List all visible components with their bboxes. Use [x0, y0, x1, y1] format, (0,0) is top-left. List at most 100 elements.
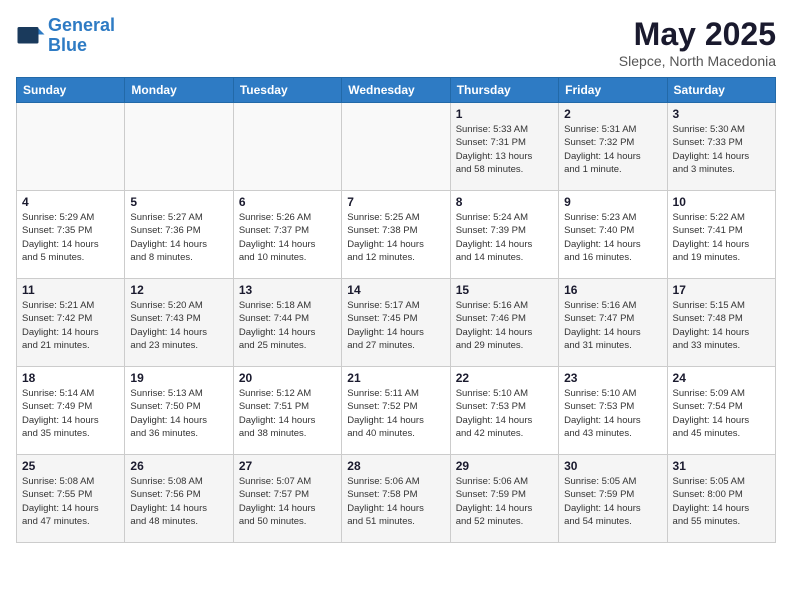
day-number: 9	[564, 195, 661, 209]
calendar-cell: 19Sunrise: 5:13 AM Sunset: 7:50 PM Dayli…	[125, 367, 233, 455]
logo-line2: Blue	[48, 35, 87, 55]
calendar-cell: 2 Sunrise: 5:31 AM Sunset: 7:32 PM Daylig…	[559, 103, 667, 191]
day-number: 1	[456, 107, 553, 121]
calendar-cell: 17 Sunrise: 5:15 AM Sunset: 7:48 PM Dayli…	[667, 279, 775, 367]
day-number: 27	[239, 459, 336, 473]
day-number: 22	[456, 371, 553, 385]
day-number: 13	[239, 283, 336, 297]
day-number: 20	[239, 371, 336, 385]
weekday-friday: Friday	[559, 78, 667, 103]
week-row-5: 25Sunrise: 5:08 AM Sunset: 7:55 PM Dayli…	[17, 455, 776, 543]
day-info: Sunrise: 5:08 AM Sunset: 7:55 PM Dayligh…	[22, 475, 119, 528]
day-info: Sunrise: 5:18 AM Sunset: 7:44 PM Dayligh…	[239, 299, 336, 352]
calendar-cell: 22Sunrise: 5:10 AM Sunset: 7:53 PM Dayli…	[450, 367, 558, 455]
day-info: Sunrise: 5:21 AM Sunset: 7:42 PM Dayligh…	[22, 299, 119, 352]
day-number: 23	[564, 371, 661, 385]
weekday-thursday: Thursday	[450, 78, 558, 103]
calendar-cell	[342, 103, 450, 191]
week-row-2: 4Sunrise: 5:29 AM Sunset: 7:35 PM Daylig…	[17, 191, 776, 279]
calendar-cell: 5 Sunrise: 5:27 AM Sunset: 7:36 PM Daylig…	[125, 191, 233, 279]
day-info: Sunrise: 5:25 AM Sunset: 7:38 PM Dayligh…	[347, 211, 444, 264]
day-number: 18	[22, 371, 119, 385]
day-number: 3	[673, 107, 770, 121]
calendar-cell: 25Sunrise: 5:08 AM Sunset: 7:55 PM Dayli…	[17, 455, 125, 543]
day-number: 29	[456, 459, 553, 473]
logo-icon	[16, 21, 46, 51]
day-info: Sunrise: 5:20 AM Sunset: 7:43 PM Dayligh…	[130, 299, 227, 352]
calendar-cell: 28 Sunrise: 5:06 AM Sunset: 7:58 PM Dayli…	[342, 455, 450, 543]
calendar-cell	[233, 103, 341, 191]
calendar-cell: 10 Sunrise: 5:22 AM Sunset: 7:41 PM Dayli…	[667, 191, 775, 279]
calendar-cell: 26Sunrise: 5:08 AM Sunset: 7:56 PM Dayli…	[125, 455, 233, 543]
day-number: 5	[130, 195, 227, 209]
calendar-cell: 13 Sunrise: 5:18 AM Sunset: 7:44 PM Dayli…	[233, 279, 341, 367]
calendar-cell: 4Sunrise: 5:29 AM Sunset: 7:35 PM Daylig…	[17, 191, 125, 279]
weekday-saturday: Saturday	[667, 78, 775, 103]
day-number: 26	[130, 459, 227, 473]
calendar-cell: 21 Sunrise: 5:11 AM Sunset: 7:52 PM Dayli…	[342, 367, 450, 455]
day-number: 2	[564, 107, 661, 121]
week-row-1: 1Sunrise: 5:33 AM Sunset: 7:31 PM Daylig…	[17, 103, 776, 191]
day-number: 4	[22, 195, 119, 209]
day-info: Sunrise: 5:24 AM Sunset: 7:39 PM Dayligh…	[456, 211, 553, 264]
calendar-cell: 14 Sunrise: 5:17 AM Sunset: 7:45 PM Dayli…	[342, 279, 450, 367]
calendar-cell	[125, 103, 233, 191]
calendar-cell: 31 Sunrise: 5:05 AM Sunset: 8:00 PM Dayli…	[667, 455, 775, 543]
day-info: Sunrise: 5:05 AM Sunset: 8:00 PM Dayligh…	[673, 475, 770, 528]
calendar-cell: 29Sunrise: 5:06 AM Sunset: 7:59 PM Dayli…	[450, 455, 558, 543]
day-info: Sunrise: 5:27 AM Sunset: 7:36 PM Dayligh…	[130, 211, 227, 264]
page-header: General Blue May 2025 Slepce, North Mace…	[16, 16, 776, 69]
calendar-cell: 24 Sunrise: 5:09 AM Sunset: 7:54 PM Dayli…	[667, 367, 775, 455]
day-info: Sunrise: 5:10 AM Sunset: 7:53 PM Dayligh…	[564, 387, 661, 440]
day-info: Sunrise: 5:26 AM Sunset: 7:37 PM Dayligh…	[239, 211, 336, 264]
day-info: Sunrise: 5:31 AM Sunset: 7:32 PM Dayligh…	[564, 123, 661, 176]
day-info: Sunrise: 5:14 AM Sunset: 7:49 PM Dayligh…	[22, 387, 119, 440]
logo: General Blue	[16, 16, 115, 56]
day-number: 14	[347, 283, 444, 297]
day-number: 15	[456, 283, 553, 297]
day-info: Sunrise: 5:07 AM Sunset: 7:57 PM Dayligh…	[239, 475, 336, 528]
day-info: Sunrise: 5:22 AM Sunset: 7:41 PM Dayligh…	[673, 211, 770, 264]
calendar-cell: 27 Sunrise: 5:07 AM Sunset: 7:57 PM Dayli…	[233, 455, 341, 543]
day-number: 10	[673, 195, 770, 209]
week-row-3: 11Sunrise: 5:21 AM Sunset: 7:42 PM Dayli…	[17, 279, 776, 367]
weekday-wednesday: Wednesday	[342, 78, 450, 103]
day-info: Sunrise: 5:09 AM Sunset: 7:54 PM Dayligh…	[673, 387, 770, 440]
logo-line1: General	[48, 15, 115, 35]
weekday-header-row: SundayMondayTuesdayWednesdayThursdayFrid…	[17, 78, 776, 103]
logo-text: General Blue	[48, 16, 115, 56]
day-info: Sunrise: 5:06 AM Sunset: 7:58 PM Dayligh…	[347, 475, 444, 528]
day-number: 28	[347, 459, 444, 473]
calendar-cell: 8 Sunrise: 5:24 AM Sunset: 7:39 PM Daylig…	[450, 191, 558, 279]
calendar-cell: 18 Sunrise: 5:14 AM Sunset: 7:49 PM Dayli…	[17, 367, 125, 455]
calendar-body: 1Sunrise: 5:33 AM Sunset: 7:31 PM Daylig…	[17, 103, 776, 543]
calendar-table: SundayMondayTuesdayWednesdayThursdayFrid…	[16, 77, 776, 543]
calendar-cell: 1Sunrise: 5:33 AM Sunset: 7:31 PM Daylig…	[450, 103, 558, 191]
day-number: 12	[130, 283, 227, 297]
calendar-cell: 30Sunrise: 5:05 AM Sunset: 7:59 PM Dayli…	[559, 455, 667, 543]
location-subtitle: Slepce, North Macedonia	[619, 53, 776, 69]
week-row-4: 18 Sunrise: 5:14 AM Sunset: 7:49 PM Dayli…	[17, 367, 776, 455]
day-number: 16	[564, 283, 661, 297]
day-number: 24	[673, 371, 770, 385]
day-info: Sunrise: 5:15 AM Sunset: 7:48 PM Dayligh…	[673, 299, 770, 352]
calendar-cell: 6 Sunrise: 5:26 AM Sunset: 7:37 PM Daylig…	[233, 191, 341, 279]
calendar-cell: 7Sunrise: 5:25 AM Sunset: 7:38 PM Daylig…	[342, 191, 450, 279]
calendar-cell: 20Sunrise: 5:12 AM Sunset: 7:51 PM Dayli…	[233, 367, 341, 455]
day-number: 31	[673, 459, 770, 473]
day-info: Sunrise: 5:16 AM Sunset: 7:47 PM Dayligh…	[564, 299, 661, 352]
day-number: 21	[347, 371, 444, 385]
title-block: May 2025 Slepce, North Macedonia	[619, 16, 776, 69]
day-info: Sunrise: 5:13 AM Sunset: 7:50 PM Dayligh…	[130, 387, 227, 440]
day-info: Sunrise: 5:30 AM Sunset: 7:33 PM Dayligh…	[673, 123, 770, 176]
day-number: 17	[673, 283, 770, 297]
day-info: Sunrise: 5:17 AM Sunset: 7:45 PM Dayligh…	[347, 299, 444, 352]
calendar-cell: 12 Sunrise: 5:20 AM Sunset: 7:43 PM Dayli…	[125, 279, 233, 367]
weekday-tuesday: Tuesday	[233, 78, 341, 103]
day-number: 6	[239, 195, 336, 209]
day-number: 8	[456, 195, 553, 209]
day-info: Sunrise: 5:23 AM Sunset: 7:40 PM Dayligh…	[564, 211, 661, 264]
weekday-monday: Monday	[125, 78, 233, 103]
weekday-sunday: Sunday	[17, 78, 125, 103]
day-info: Sunrise: 5:11 AM Sunset: 7:52 PM Dayligh…	[347, 387, 444, 440]
